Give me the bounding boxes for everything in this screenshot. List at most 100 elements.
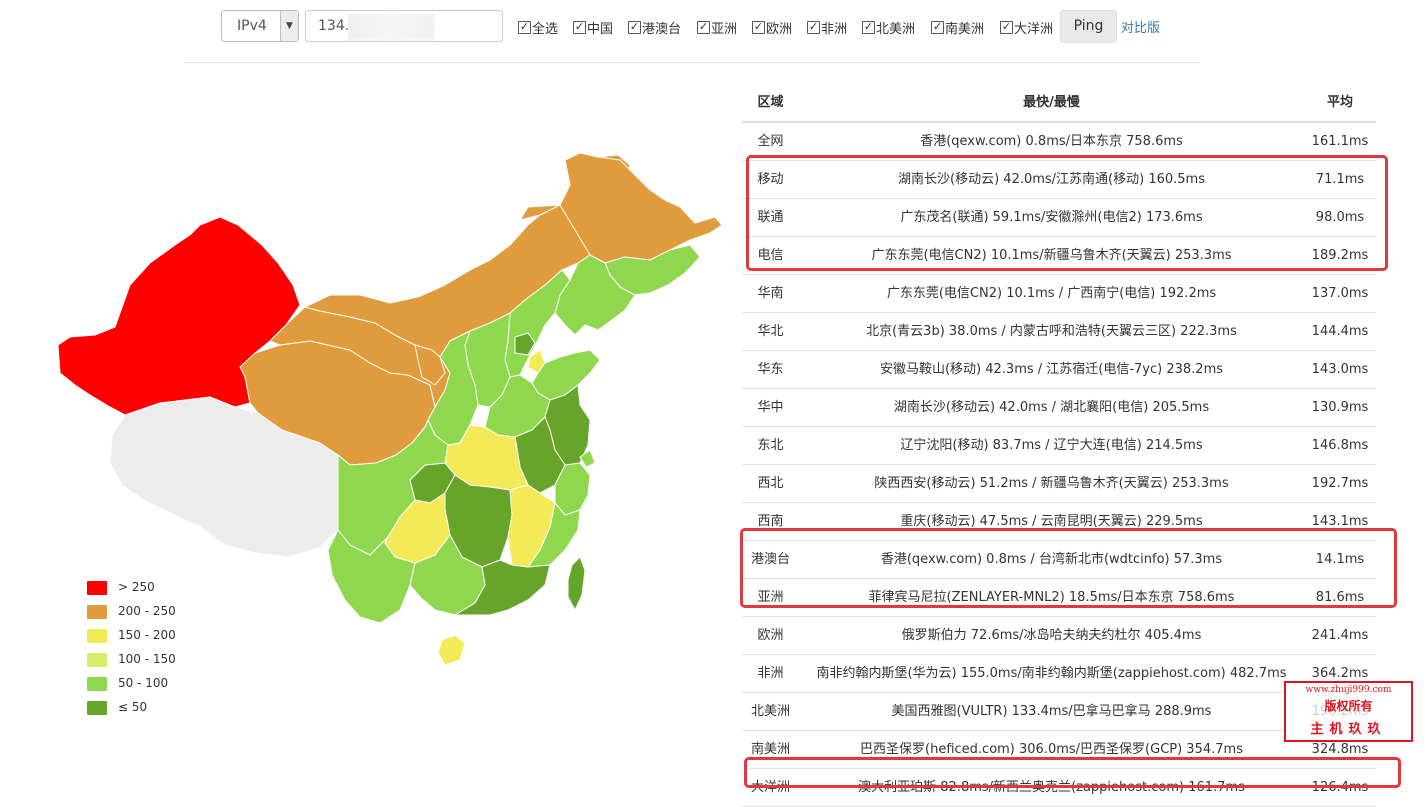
cell-region: 华南 <box>757 286 784 301</box>
legend-label: 150 - 200 <box>118 628 176 642</box>
checkbox-south-america[interactable]: ✓ 南美洲 <box>931 18 984 37</box>
cell-region: 亚洲 <box>757 590 784 605</box>
cell-avg: 143.0ms <box>1311 362 1369 377</box>
checkbox-select-all[interactable]: ✓ 全选 <box>518 18 558 37</box>
ping-button[interactable]: Ping <box>1060 10 1117 43</box>
cell-region: 全网 <box>757 134 784 149</box>
cell-fast-slow: 香港(qexw.com) 0.8ms / 台湾新北市(wdtcinfo) 57.… <box>880 552 1223 567</box>
province-hainan[interactable] <box>437 634 466 666</box>
cell-avg: 137.0ms <box>1311 286 1369 301</box>
cell-fast-slow: 安徽马鞍山(移动) 42.3ms / 江苏宿迁(电信-7yc) 238.2ms <box>879 362 1224 377</box>
checkbox-hk-macau-taiwan[interactable]: ✓ 港澳台 <box>628 18 681 37</box>
legend-label: 100 - 150 <box>118 652 176 666</box>
cell-fast-slow: 广东东莞(电信CN2) 10.1ms / 广西南宁(电信) 192.2ms <box>886 286 1217 301</box>
legend-swatch <box>87 605 107 619</box>
cell-region: 移动 <box>757 172 784 187</box>
table-row: 西北 陕西西安(移动云) 51.2ms / 新疆乌鲁木齐(天翼云) 253.3ms… <box>742 465 1376 503</box>
cell-fast-slow: 重庆(移动云) 47.5ms / 云南昆明(天翼云) 229.5ms <box>900 514 1203 529</box>
cell-avg: 161.1ms <box>1311 134 1369 149</box>
legend-swatch <box>87 629 107 643</box>
cell-avg: 192.7ms <box>1311 476 1369 491</box>
cell-avg: 130.9ms <box>1311 400 1369 415</box>
cell-fast-slow: 湖南长沙(移动云) 42.0ms / 湖北襄阳(电信) 205.5ms <box>893 400 1210 415</box>
cell-avg: 146.8ms <box>1311 438 1369 453</box>
watermark-rights: 版权所有 <box>1324 699 1373 713</box>
watermark-url: www.zhuji999.com <box>1305 685 1392 695</box>
cell-avg: 71.1ms <box>1315 172 1365 187</box>
cell-avg: 189.2ms <box>1311 248 1369 263</box>
checkbox-icon[interactable]: ✓ <box>697 20 710 34</box>
table-row: 非洲 南非约翰内斯堡(华为云) 155.0ms/南非约翰内斯堡(zappiehos… <box>742 655 1376 693</box>
table-row: 东北 辽宁沈阳(移动) 83.7ms / 辽宁大连(电信) 214.5ms 146.… <box>742 427 1376 465</box>
cell-region: 华北 <box>757 324 784 339</box>
compare-version-link[interactable]: 对比版 <box>1121 17 1160 36</box>
table-row: 亚洲 菲律宾马尼拉(ZENLAYER-MNL2) 18.5ms/日本东京 758.… <box>742 579 1376 617</box>
cell-fast-slow: 辽宁沈阳(移动) 83.7ms / 辽宁大连(电信) 214.5ms <box>900 438 1203 453</box>
table-row: 大洋洲 澳大利亚珀斯 82.8ms/新西兰奥克兰(zappiehost.com) … <box>742 769 1376 807</box>
legend-swatch <box>87 701 107 715</box>
cell-avg: 143.1ms <box>1311 514 1369 529</box>
cell-fast-slow: 巴西圣保罗(heficed.com) 306.0ms/巴西圣保罗(GCP) 35… <box>860 742 1243 757</box>
cell-avg: 81.6ms <box>1315 590 1365 605</box>
cell-avg: 241.4ms <box>1311 628 1369 643</box>
cell-fast-slow: 北京(青云3b) 38.0ms / 内蒙古呼和浩特(天翼云三区) 222.3ms <box>866 324 1237 339</box>
cell-fast-slow: 陕西西安(移动云) 51.2ms / 新疆乌鲁木齐(天翼云) 253.3ms <box>874 476 1229 491</box>
cell-fast-slow: 南非约翰内斯堡(华为云) 155.0ms/南非约翰内斯堡(zappiehost.… <box>816 666 1287 681</box>
cell-fast-slow: 俄罗斯伯力 72.6ms/冰岛哈夫纳夫约杜尔 405.4ms <box>901 628 1202 643</box>
header-fast-slow: 最快/最慢 <box>1023 95 1080 110</box>
table-row: 欧洲 俄罗斯伯力 72.6ms/冰岛哈夫纳夫约杜尔 405.4ms 241.4ms <box>742 617 1376 655</box>
cell-fast-slow: 美国西雅图(VULTR) 133.4ms/巴拿马巴拿马 288.9ms <box>891 704 1212 719</box>
cell-fast-slow: 广东东莞(电信CN2) 10.1ms/新疆乌鲁木齐(天翼云) 253.3ms <box>871 248 1232 263</box>
ip-address-value: 134. <box>318 18 350 34</box>
checkbox-icon[interactable]: ✓ <box>573 20 586 34</box>
checkbox-europe[interactable]: ✓ 欧洲 <box>752 18 792 37</box>
watermark-brand: 主机玖玖 <box>1310 722 1387 737</box>
checkbox-icon[interactable]: ✓ <box>518 20 531 34</box>
cell-fast-slow: 香港(qexw.com) 0.8ms/日本东京 758.6ms <box>920 134 1183 149</box>
ip-version-value: IPv4 <box>237 18 267 34</box>
table-row: 联通 广东茂名(联通) 59.1ms/安徽滁州(电信2) 173.6ms 98.0m… <box>742 199 1376 237</box>
cell-fast-slow: 菲律宾马尼拉(ZENLAYER-MNL2) 18.5ms/日本东京 758.6m… <box>868 590 1235 605</box>
cell-region: 华东 <box>757 362 784 377</box>
checkbox-icon[interactable]: ✓ <box>1000 20 1013 34</box>
checkbox-oceania[interactable]: ✓ 大洋洲 <box>1000 18 1053 37</box>
cell-region: 港澳台 <box>750 552 790 567</box>
cell-region: 西北 <box>757 476 784 491</box>
checkbox-asia[interactable]: ✓ 亚洲 <box>697 18 737 37</box>
checkbox-africa[interactable]: ✓ 非洲 <box>807 18 847 37</box>
checkbox-china[interactable]: ✓ 中国 <box>573 18 613 37</box>
table-row: 港澳台 香港(qexw.com) 0.8ms / 台湾新北市(wdtcinfo) … <box>742 541 1376 579</box>
cell-avg: 144.4ms <box>1311 324 1369 339</box>
cell-region: 北美洲 <box>750 704 790 719</box>
province-taiwan[interactable] <box>567 556 586 611</box>
table-row: 西南 重庆(移动云) 47.5ms / 云南昆明(天翼云) 229.5ms 143.… <box>742 503 1376 541</box>
cell-region: 西南 <box>757 514 784 529</box>
checkbox-icon[interactable]: ✓ <box>862 20 875 34</box>
cell-region: 东北 <box>757 438 784 453</box>
cell-region: 南美洲 <box>750 742 790 757</box>
cell-fast-slow: 广东茂名(联通) 59.1ms/安徽滁州(电信2) 173.6ms <box>900 210 1203 225</box>
table-row: 华北 北京(青云3b) 38.0ms / 内蒙古呼和浩特(天翼云三区) 222.3… <box>742 313 1376 351</box>
cell-avg: 126.4ms <box>1311 780 1369 795</box>
checkbox-icon[interactable]: ✓ <box>931 20 944 34</box>
table-header: 区域 最快/最慢 平均 <box>742 84 1376 123</box>
cell-region: 电信 <box>757 248 784 263</box>
latency-table: 区域 最快/最慢 平均 全网 香港(qexw.com) 0.8ms/日本东京 75… <box>742 84 1376 807</box>
checkbox-icon[interactable]: ✓ <box>752 20 765 34</box>
cell-region: 欧洲 <box>757 628 784 643</box>
cell-fast-slow: 澳大利亚珀斯 82.8ms/新西兰奥克兰(zappiehost.com) 161… <box>858 780 1245 795</box>
cell-avg: 14.1ms <box>1315 552 1365 567</box>
checkbox-icon[interactable]: ✓ <box>807 20 820 34</box>
legend-label: 50 - 100 <box>118 676 169 690</box>
chevron-down-icon[interactable]: ▼ <box>280 11 298 41</box>
table-row: 北美洲美国西雅图(VULTR) 133.4ms/巴拿马巴拿马 288.9ms19… <box>742 693 1376 731</box>
legend-label: > 250 <box>118 580 155 594</box>
ip-address-input[interactable]: 134. <box>305 10 503 42</box>
ip-redaction-blur <box>348 14 434 40</box>
checkbox-icon[interactable]: ✓ <box>628 20 641 34</box>
table-row: 南美洲 巴西圣保罗(heficed.com) 306.0ms/巴西圣保罗(GCP)… <box>742 731 1376 769</box>
legend-swatch <box>87 581 107 595</box>
checkbox-north-america[interactable]: ✓ 北美洲 <box>862 18 915 37</box>
ip-version-select[interactable]: IPv4 ▼ <box>221 10 299 42</box>
legend-label: 200 - 250 <box>118 604 176 618</box>
